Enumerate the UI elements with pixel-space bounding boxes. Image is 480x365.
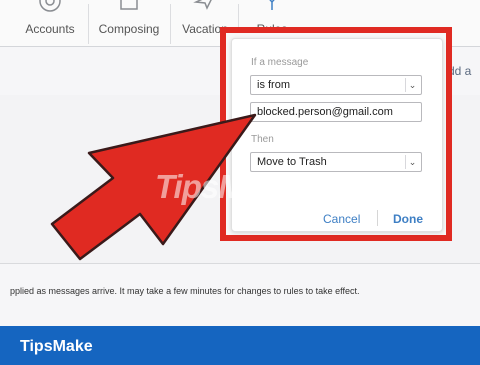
condition-label: If a message [251, 57, 309, 68]
chevron-down-icon: ⌄ [405, 155, 419, 169]
pencil-square-icon [120, 0, 138, 10]
rules-footer-note: pplied as messages arrive. It may take a… [10, 286, 360, 296]
email-address-field[interactable]: blocked.person@gmail.com [250, 102, 422, 122]
arrows-icon [269, 0, 275, 10]
cancel-button[interactable]: Cancel [323, 212, 360, 226]
brand-logo: TipsMake [20, 338, 93, 355]
then-label: Then [251, 134, 274, 145]
toolbar-composing[interactable]: Composing [92, 0, 166, 46]
toolbar-divider [170, 4, 171, 44]
done-button[interactable]: Done [393, 212, 423, 226]
highlight-frame: If a message is from ⌄ blocked.person@gm… [220, 27, 452, 241]
watermark: TipsMake [155, 168, 298, 205]
action-select-value: Move to Trash [257, 156, 327, 168]
toolbar-composing-label: Composing [98, 22, 160, 36]
at-sign-icon [39, 0, 61, 12]
toolbar-accounts[interactable]: Accounts [12, 0, 88, 46]
condition-select[interactable]: is from ⌄ [250, 75, 422, 95]
button-divider [377, 210, 378, 226]
watermark-suffix: .com [303, 188, 323, 198]
chevron-down-icon: ⌄ [405, 78, 419, 92]
condition-select-value: is from [257, 79, 290, 91]
toolbar-divider [88, 4, 89, 44]
email-address-value: blocked.person@gmail.com [257, 106, 393, 118]
airplane-icon [193, 0, 212, 10]
toolbar-accounts-label: Accounts [25, 22, 75, 36]
